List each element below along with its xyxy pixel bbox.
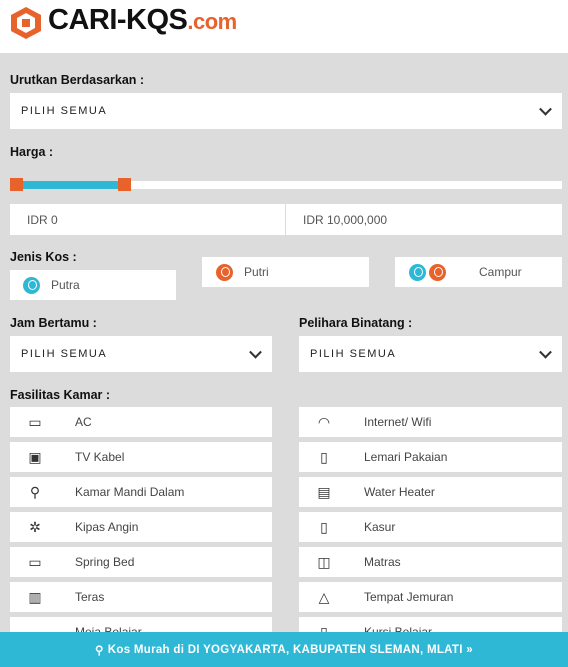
facility-label: TV Kabel <box>75 450 125 464</box>
facility-option[interactable]: ▯ Kasur <box>299 512 562 542</box>
hanger-icon: △ <box>318 588 330 605</box>
water-heater-icon: ▤ <box>317 483 331 500</box>
facility-option[interactable]: ▭ AC <box>10 407 272 437</box>
male-icon <box>23 276 40 294</box>
chevron-down-icon <box>539 345 552 359</box>
facility-label: Water Heater <box>364 485 435 499</box>
location-text: Kos Murah di DI YOGYAKARTA, KABUPATEN SL… <box>107 643 473 656</box>
facility-option[interactable]: ◠ Internet/ Wifi <box>299 407 562 437</box>
mattress-icon: ▯ <box>320 518 328 535</box>
facility-label: Kasur <box>364 520 396 534</box>
option-label: Putra <box>51 278 80 292</box>
sort-select[interactable]: PILIH SEMUA <box>10 93 562 129</box>
facility-label: Matras <box>364 555 401 569</box>
visit-hours-value: PILIH SEMUA <box>21 348 108 360</box>
option-label: Putri <box>244 265 269 279</box>
facility-option[interactable]: ▤ Water Heater <box>299 477 562 507</box>
sort-value: PILIH SEMUA <box>21 105 108 117</box>
facility-option[interactable]: ▭ Spring Bed <box>10 547 272 577</box>
tv-icon: ▣ <box>28 448 42 465</box>
visit-hours-label: Jam Bertamu : <box>10 316 97 330</box>
facility-option[interactable]: ▯ Lemari Pakaian <box>299 442 562 472</box>
price-max-handle[interactable] <box>117 178 131 191</box>
facility-label: Spring Bed <box>75 555 135 569</box>
facility-option[interactable]: ▥ Teras <box>10 582 272 612</box>
spring-bed-icon: ▭ <box>28 553 42 570</box>
kos-type-label: Jenis Kos : <box>10 250 77 264</box>
kos-option-putri[interactable]: Putri <box>202 257 369 287</box>
facilities-label: Fasilitas Kamar : <box>10 388 111 402</box>
price-slider-fill <box>16 181 124 189</box>
facility-option[interactable]: ✲ Kipas Angin <box>10 512 272 542</box>
kos-option-campur[interactable]: Campur <box>395 257 562 287</box>
map-pin-icon: ⚲ <box>95 644 104 657</box>
mat-icon: ◫ <box>317 553 331 570</box>
price-min-handle[interactable] <box>10 178 23 191</box>
pets-select[interactable]: PILIH SEMUA <box>299 336 562 372</box>
visit-hours-select[interactable]: PILIH SEMUA <box>10 336 272 372</box>
facility-label: Kipas Angin <box>75 520 139 534</box>
logo[interactable]: CARI-KQS.com <box>48 4 237 37</box>
terrace-icon: ▥ <box>28 588 42 605</box>
pets-value: PILIH SEMUA <box>310 348 397 360</box>
facility-option[interactable]: ◫ Matras <box>299 547 562 577</box>
facility-option[interactable]: ▣ TV Kabel <box>10 442 272 472</box>
price-max-input[interactable]: IDR 10,000,000 <box>286 204 562 235</box>
facility-label: Kamar Mandi Dalam <box>75 485 185 499</box>
kos-option-putra[interactable]: Putra <box>10 270 176 300</box>
ac-icon: ▭ <box>28 413 42 430</box>
male-icon <box>409 263 426 281</box>
facility-label: Teras <box>75 590 105 604</box>
facility-option[interactable]: △ Tempat Jemuran <box>299 582 562 612</box>
facility-label: AC <box>75 415 92 429</box>
logo-icon <box>11 7 41 39</box>
header: CARI-KQS.com <box>0 0 568 53</box>
sort-label: Urutkan Berdasarkan : <box>10 73 145 87</box>
shower-icon: ⚲ <box>29 483 41 500</box>
wifi-icon: ◠ <box>317 413 331 430</box>
chevron-down-icon <box>249 345 262 359</box>
pets-label: Pelihara Binatang : <box>299 316 413 330</box>
facility-label: Tempat Jemuran <box>364 590 454 604</box>
facility-option[interactable]: ⚲ Kamar Mandi Dalam <box>10 477 272 507</box>
price-min-input[interactable]: IDR 0 <box>10 204 285 235</box>
facility-label: Lemari Pakaian <box>364 450 448 464</box>
female-icon <box>216 263 233 281</box>
fan-icon: ✲ <box>29 518 41 535</box>
female-icon <box>429 263 446 281</box>
price-label: Harga : <box>10 145 54 159</box>
option-label: Campur <box>479 265 522 279</box>
facility-label: Internet/ Wifi <box>364 415 432 429</box>
wardrobe-icon: ▯ <box>320 448 328 465</box>
location-link[interactable]: ⚲ Kos Murah di DI YOGYAKARTA, KABUPATEN S… <box>0 632 568 667</box>
chevron-down-icon <box>539 102 552 116</box>
